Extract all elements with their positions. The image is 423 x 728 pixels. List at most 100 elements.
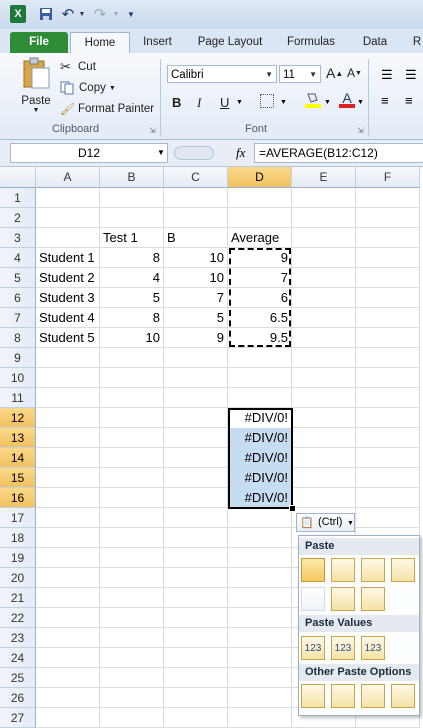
row-header-18[interactable]: 18 — [0, 528, 36, 548]
cell[interactable] — [356, 368, 420, 388]
tab-file[interactable]: File — [10, 32, 68, 53]
cell[interactable] — [164, 188, 228, 208]
cell[interactable] — [164, 708, 228, 728]
cell[interactable] — [164, 388, 228, 408]
values-number-formatting-icon[interactable]: 123 — [331, 636, 355, 660]
cell[interactable] — [36, 628, 100, 648]
student-name-cell[interactable]: Student 5 — [36, 328, 100, 348]
cell[interactable] — [228, 348, 292, 368]
cell[interactable] — [36, 188, 100, 208]
borders-dropdown-icon[interactable]: ▼ — [280, 99, 287, 106]
cell[interactable] — [100, 628, 164, 648]
cell[interactable] — [36, 608, 100, 628]
cell[interactable] — [164, 508, 228, 528]
row-header-14[interactable]: 14 — [0, 448, 36, 468]
underline-dropdown-icon[interactable]: ▼ — [236, 99, 243, 106]
cell[interactable] — [356, 448, 420, 468]
formula-bar-splitter[interactable] — [174, 146, 214, 160]
shrink-font-button[interactable]: A ▼ — [347, 66, 362, 80]
cell[interactable] — [228, 588, 292, 608]
format-painter-button[interactable]: 🖌 Format Painter — [60, 100, 154, 118]
tab-data[interactable]: Data — [356, 32, 394, 53]
student-name-cell[interactable]: Student 3 — [36, 288, 100, 308]
tab-review[interactable]: R — [410, 32, 423, 53]
b-score-cell[interactable]: 10 — [164, 268, 228, 288]
cell[interactable] — [228, 688, 292, 708]
cell[interactable] — [36, 508, 100, 528]
cell[interactable] — [36, 648, 100, 668]
cell[interactable] — [292, 288, 356, 308]
fill-color-icon[interactable] — [305, 91, 321, 109]
cell[interactable] — [356, 508, 420, 528]
row-header-17[interactable]: 17 — [0, 508, 36, 528]
cell[interactable] — [36, 468, 100, 488]
name-box[interactable]: D12 — [10, 143, 168, 163]
cell[interactable] — [36, 428, 100, 448]
cell[interactable] — [292, 368, 356, 388]
row-header-10[interactable]: 10 — [0, 368, 36, 388]
student-name-cell[interactable]: Student 2 — [36, 268, 100, 288]
cell[interactable] — [100, 548, 164, 568]
cell[interactable] — [36, 528, 100, 548]
cell[interactable] — [100, 708, 164, 728]
picture-icon[interactable] — [361, 684, 385, 708]
font-size-combo[interactable]: 11 ▼ — [279, 65, 321, 83]
tab-page-layout[interactable]: Page Layout — [194, 32, 266, 53]
row-header-9[interactable]: 9 — [0, 348, 36, 368]
column-header-b[interactable]: B — [100, 167, 164, 188]
italic-button[interactable]: I — [197, 95, 201, 111]
cell[interactable] — [164, 368, 228, 388]
cell[interactable] — [228, 388, 292, 408]
cell[interactable] — [164, 348, 228, 368]
formulas-number-formatting-icon[interactable] — [361, 558, 385, 582]
header-average-cell[interactable]: Average — [228, 228, 292, 248]
cell[interactable] — [164, 648, 228, 668]
cell[interactable] — [292, 448, 356, 468]
cell[interactable] — [100, 668, 164, 688]
tab-home[interactable]: Home — [70, 32, 130, 54]
cell[interactable] — [164, 668, 228, 688]
header-test1-cell[interactable]: Test 1 — [100, 228, 164, 248]
cell[interactable] — [164, 488, 228, 508]
cell[interactable] — [100, 608, 164, 628]
test1-score-cell[interactable]: 5 — [100, 288, 164, 308]
cell[interactable] — [100, 428, 164, 448]
cell[interactable] — [164, 428, 228, 448]
cell[interactable] — [356, 388, 420, 408]
cell[interactable] — [36, 448, 100, 468]
cell[interactable] — [356, 408, 420, 428]
cell[interactable] — [228, 608, 292, 628]
cell[interactable] — [228, 568, 292, 588]
cell[interactable] — [292, 228, 356, 248]
paste-link-icon[interactable] — [331, 684, 355, 708]
cell[interactable] — [164, 568, 228, 588]
test1-score-cell[interactable]: 10 — [100, 328, 164, 348]
cell[interactable] — [356, 228, 420, 248]
column-header-e[interactable]: E — [292, 167, 356, 188]
row-header-19[interactable]: 19 — [0, 548, 36, 568]
cell[interactable] — [292, 488, 356, 508]
font-color-dropdown-icon[interactable]: ▼ — [357, 99, 364, 106]
values-source-formatting-icon[interactable]: 123 — [361, 636, 385, 660]
cell[interactable] — [36, 588, 100, 608]
row-header-21[interactable]: 21 — [0, 588, 36, 608]
cell[interactable] — [36, 388, 100, 408]
row-header-20[interactable]: 20 — [0, 568, 36, 588]
cell[interactable] — [228, 188, 292, 208]
cell[interactable] — [100, 508, 164, 528]
cell[interactable] — [100, 368, 164, 388]
cell[interactable] — [100, 528, 164, 548]
cell[interactable] — [164, 628, 228, 648]
cell[interactable] — [356, 328, 420, 348]
row-header-4[interactable]: 4 — [0, 248, 36, 268]
cell[interactable] — [36, 368, 100, 388]
column-header-f[interactable]: F — [356, 167, 420, 188]
row-header-16[interactable]: 16 — [0, 488, 36, 508]
cell[interactable] — [164, 208, 228, 228]
cell[interactable] — [228, 708, 292, 728]
cell[interactable] — [100, 648, 164, 668]
row-header-1[interactable]: 1 — [0, 188, 36, 208]
row-header-15[interactable]: 15 — [0, 468, 36, 488]
middle-align-icon[interactable]: ☰ — [405, 67, 417, 83]
cell[interactable] — [356, 428, 420, 448]
